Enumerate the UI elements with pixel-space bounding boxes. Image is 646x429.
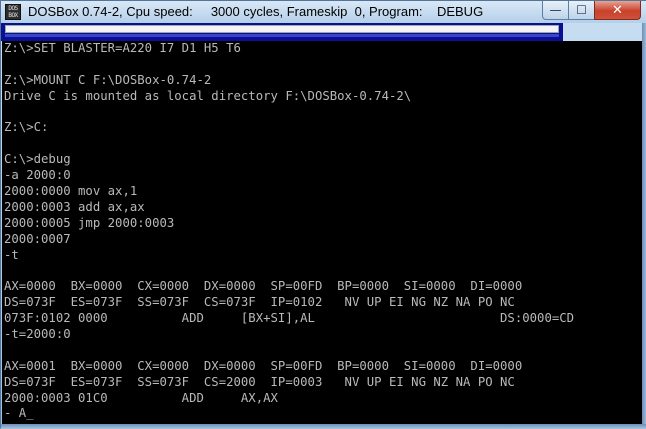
console-line: 073F:0102 0000 ADD [BX+SI],AL DS:0000=CD	[4, 311, 575, 326]
console-line: 2000:0000 mov ax,1	[4, 184, 138, 199]
console-line: - A_	[4, 406, 34, 421]
console-line: -t	[4, 247, 19, 262]
dosbox-app-icon[interactable]: DOS BOX	[5, 4, 21, 20]
close-icon: ✕	[612, 2, 623, 18]
console-line: 2000:0005 jmp 2000:0003	[4, 215, 175, 230]
status-strip-bar	[5, 25, 559, 33]
console-line: Z:\>MOUNT C F:\DOSBox-0.74-2	[4, 72, 212, 87]
title-bar[interactable]: DOS BOX DOSBox 0.74-2, Cpu speed: 3000 c…	[1, 1, 646, 23]
console-line: DS=073F ES=073F SS=073F CS=073F IP=0102 …	[4, 295, 515, 310]
dosbox-status-strip	[1, 23, 563, 41]
status-strip-underline	[5, 34, 559, 37]
console-line: 2000:0003 add ax,ax	[4, 199, 145, 214]
console-output: Z:\>SET BLASTER=A220 I7 D1 H5 T6 Z:\>MOUN…	[4, 41, 574, 422]
console-line: 2000:0007	[4, 231, 71, 246]
console-line: AX=0001 BX=0000 CX=0000 DX=0000 SP=00FD …	[4, 358, 523, 373]
console-line: -a 2000:0	[4, 168, 71, 183]
window-right-border	[642, 23, 646, 429]
maximize-button[interactable]: ☐	[568, 1, 595, 20]
window-title: DOSBox 0.74-2, Cpu speed: 3000 cycles, F…	[28, 4, 484, 19]
minimize-button[interactable]: —	[542, 1, 569, 20]
window-bottom-border	[1, 424, 646, 429]
maximize-icon: ☐	[576, 3, 587, 17]
console-line: 2000:0003 01C0 ADD AX,AX	[4, 390, 278, 405]
console-line: Z:\>C:	[4, 120, 49, 135]
dos-console-screen[interactable]: Z:\>SET BLASTER=A220 I7 D1 H5 T6 Z:\>MOUN…	[2, 41, 642, 424]
console-line: -t=2000:0	[4, 327, 71, 342]
console-line: C:\>debug	[4, 152, 71, 167]
console-line: Z:\>SET BLASTER=A220 I7 D1 H5 T6	[4, 41, 241, 55]
console-line: Drive C is mounted as local directory F:…	[4, 88, 412, 103]
close-button[interactable]: ✕	[594, 1, 641, 20]
dosbox-window: DOS BOX DOSBox 0.74-2, Cpu speed: 3000 c…	[0, 0, 646, 429]
console-line: AX=0000 BX=0000 CX=0000 DX=0000 SP=00FD …	[4, 279, 523, 294]
console-line: DS=073F ES=073F SS=073F CS=2000 IP=0003 …	[4, 374, 515, 389]
minimize-icon: —	[549, 3, 562, 17]
